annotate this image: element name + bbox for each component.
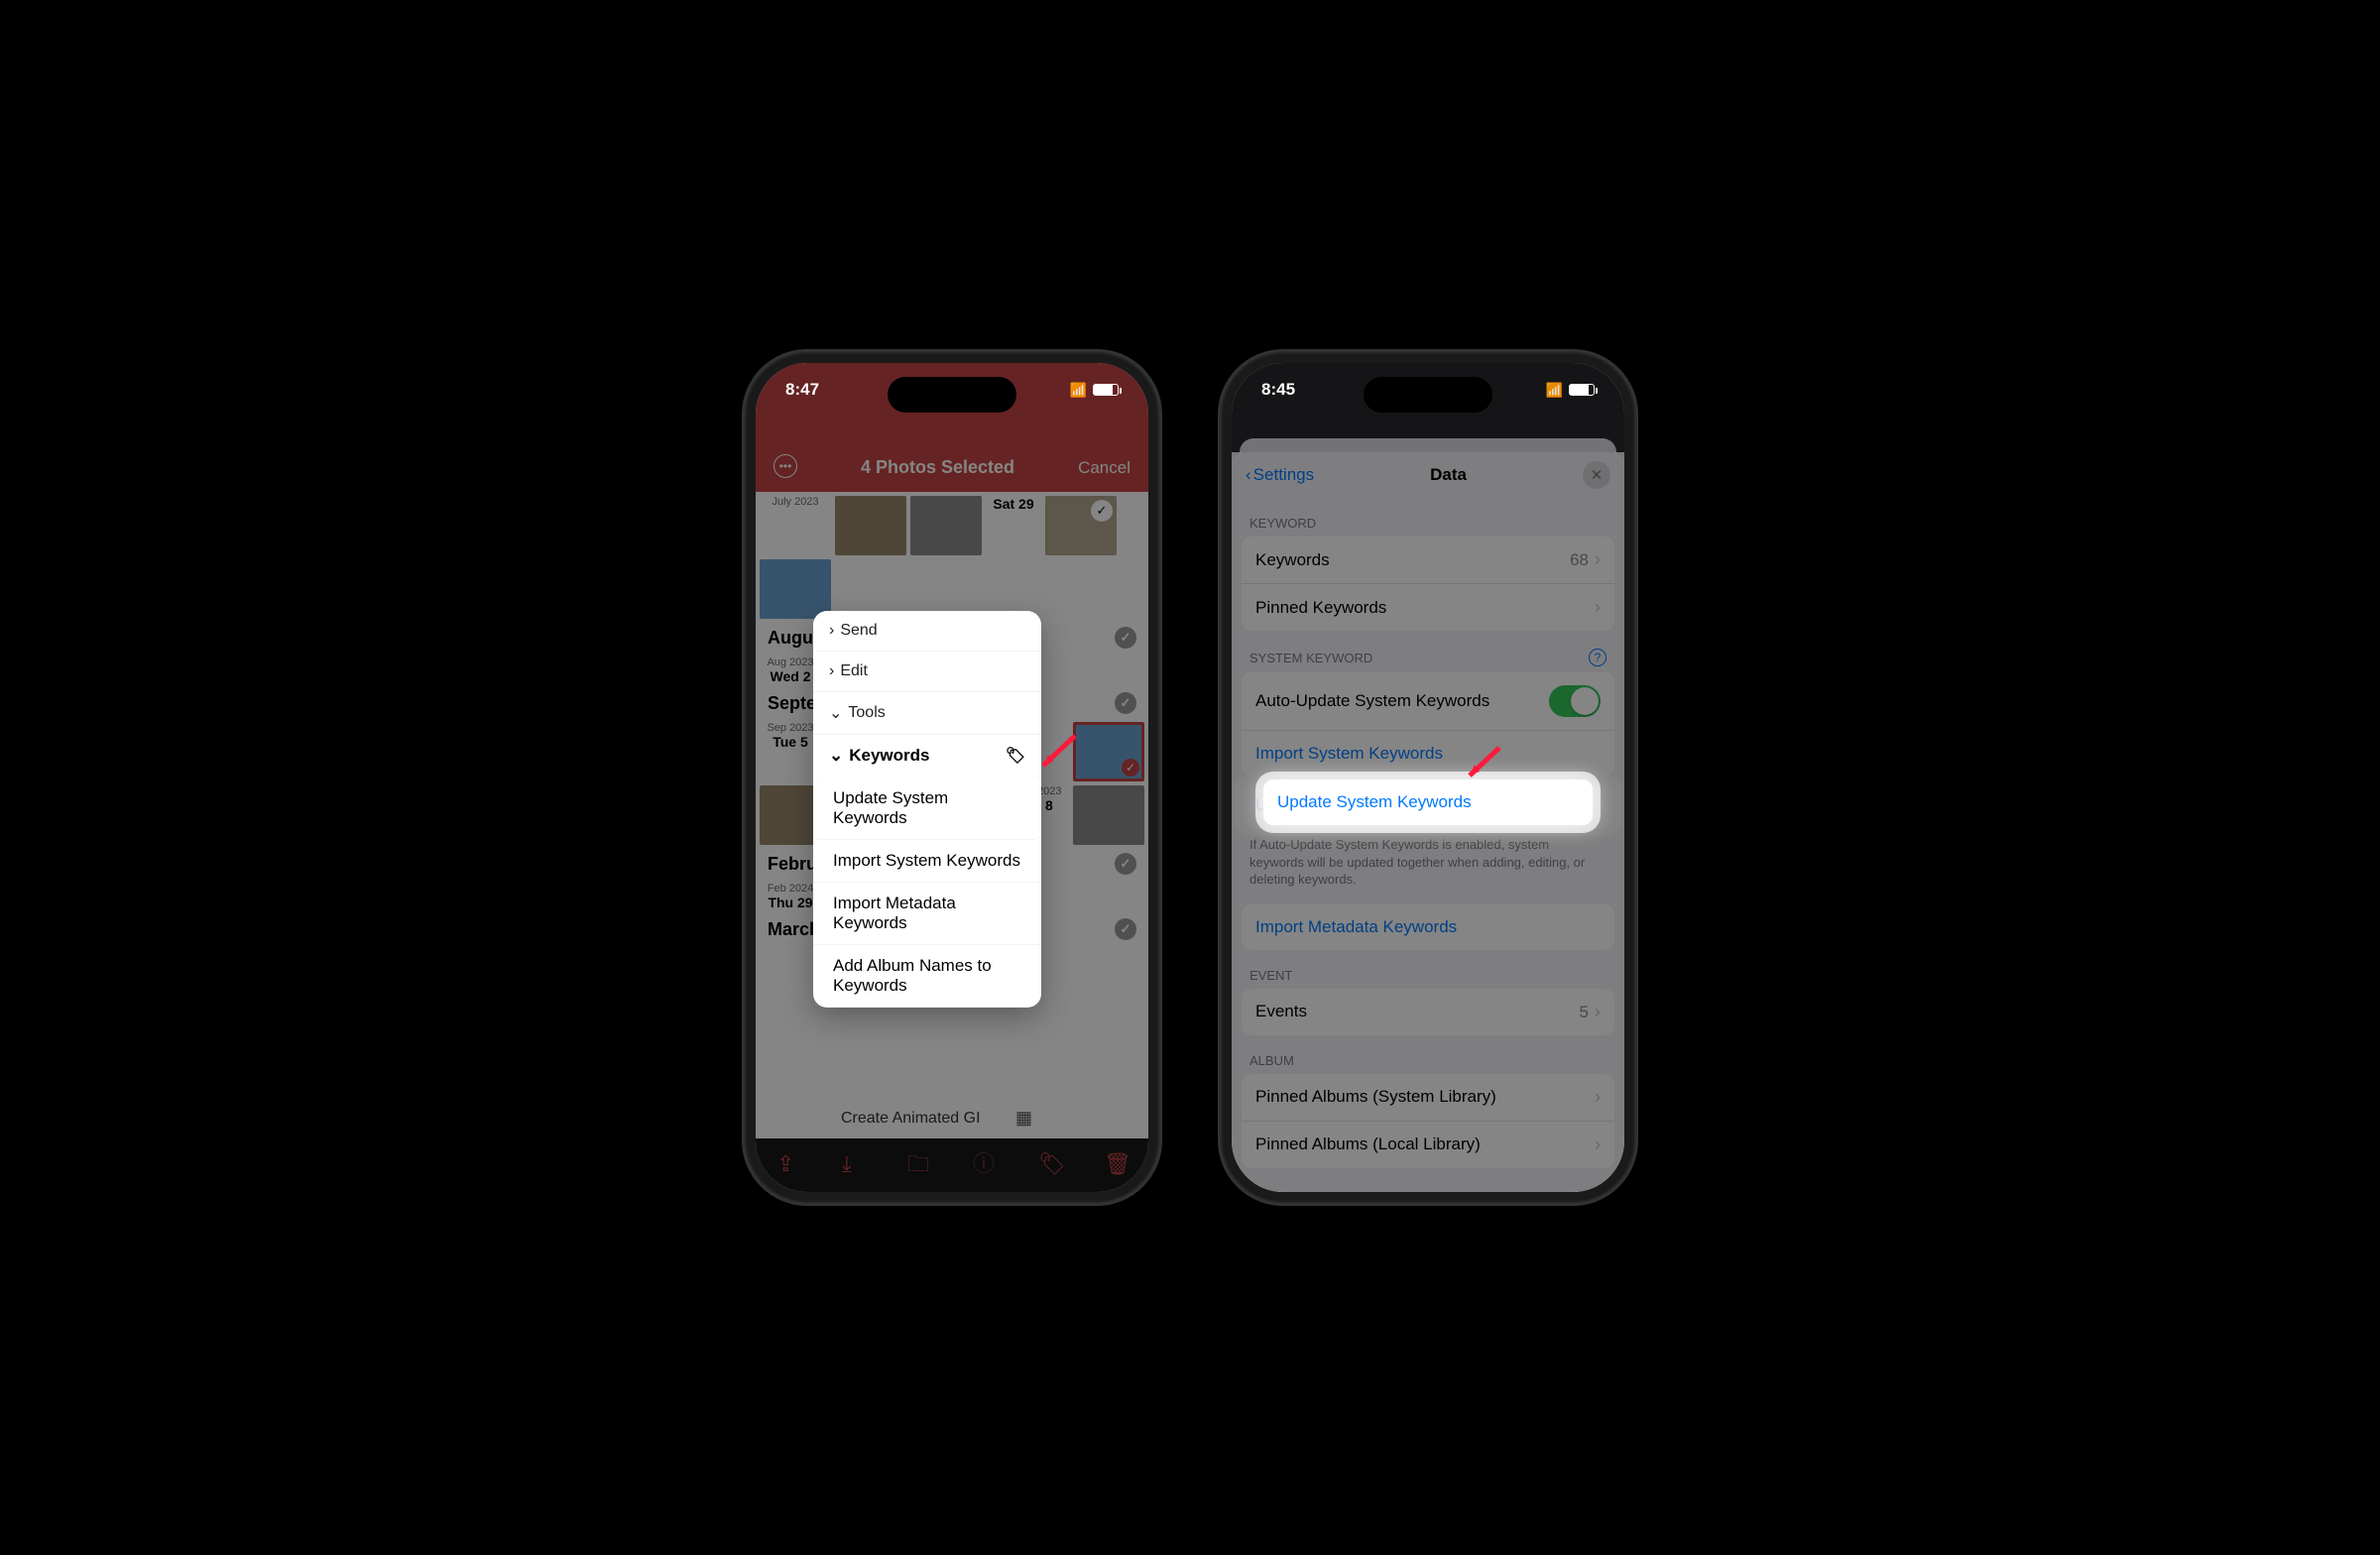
header-title: 4 Photos Selected [861,457,1014,478]
month-label: July 2023 [760,496,831,555]
menu-item-keywords[interactable]: ⌄Keywords🏷 [813,735,1041,778]
toggle-auto-update[interactable] [1549,685,1601,717]
more-button[interactable]: ••• [774,454,797,478]
system-keyword-group: Auto-Update System Keywords Import Syste… [1242,672,1614,777]
status-icons [1546,380,1595,400]
chevron-left-icon: ‹ [1246,465,1251,485]
import-meta-group: Import Metadata Keywords [1242,904,1614,950]
info-icon[interactable]: ⓘ [973,1153,997,1177]
row-pinned-albums-local[interactable]: Pinned Albums (Local Library)› [1242,1122,1614,1168]
day-label: Sep 2023Tue 5 [760,722,821,781]
row-events[interactable]: Events5› [1242,989,1614,1035]
menu-item[interactable]: Create Animated GI▦ [825,1097,1048,1138]
status-icons [1070,380,1119,400]
battery-icon [1093,384,1119,396]
help-icon[interactable]: ? [1589,649,1606,666]
chevron-right-icon: › [1595,1135,1601,1155]
menu-item-add-album-names[interactable]: Add Album Names to Keywords [813,945,1041,1008]
status-time: 8:47 [785,380,819,400]
annotation-arrow [1458,742,1503,787]
menu-item-import-metadata-keywords[interactable]: Import Metadata Keywords [813,883,1041,945]
chevron-right-icon: › [1595,549,1601,569]
row-pinned-keywords[interactable]: Pinned Keywords› [1242,584,1614,631]
day-label: Feb 2024Thu 29 [760,883,821,910]
chevron-right-icon: › [1595,1087,1601,1108]
share-icon[interactable]: ⇪ [776,1153,800,1177]
row-pinned-albums-system[interactable]: Pinned Albums (System Library)› [1242,1074,1614,1122]
chevron-right-icon: › [1595,1002,1601,1021]
wifi-icon [1546,380,1563,400]
menu-item-send[interactable]: ›Send [813,611,1041,652]
section-header: Album [1232,1035,1624,1074]
battery-icon [1569,384,1595,396]
section-header: Keyword [1232,498,1624,537]
thumbnail[interactable] [760,559,831,619]
check-icon[interactable] [1115,692,1136,714]
wifi-icon [1070,380,1087,400]
menu-item-edit[interactable]: ›Edit [813,652,1041,692]
thumbnail-selected[interactable]: ✓ [1073,722,1144,781]
row-update-system-keywords-highlight[interactable]: Update System Keywords [1253,779,1603,825]
action-popover: ›Send ›Edit ⌄Tools ⌄Keywords🏷 Update Sys… [813,611,1041,1008]
event-group: Events5› [1242,989,1614,1035]
sheet-title: Data [1430,465,1467,485]
thumbnail[interactable] [1073,785,1144,845]
section-header: Event [1232,950,1624,989]
menu-item-tools[interactable]: ⌄Tools [813,692,1041,735]
thumbnail[interactable] [1045,496,1117,555]
tag-icon[interactable]: 🏷 [1038,1153,1062,1177]
cancel-button[interactable]: Cancel [1078,458,1130,478]
row-import-metadata-keywords[interactable]: Import Metadata Keywords [1242,904,1614,950]
status-time: 8:45 [1261,380,1295,400]
back-button[interactable]: ‹Settings [1246,465,1314,485]
row-import-system-keywords[interactable]: Import System Keywords [1242,731,1614,777]
download-icon[interactable]: ⤓ [842,1153,866,1177]
album-group: Pinned Albums (System Library)› Pinned A… [1242,1074,1614,1168]
menu-item-import-system-keywords[interactable]: Import System Keywords [813,840,1041,883]
chevron-right-icon: › [1595,597,1601,618]
day-label: Sat 29 [986,496,1041,555]
check-icon[interactable] [1115,853,1136,875]
sheet-nav: ‹Settings Data ✕ [1232,452,1624,498]
tag-icon: 🏷 [1006,746,1025,766]
phone-right: 8:45 ‹Settings Data ✕ Keyword Keywords68… [1220,351,1636,1204]
folder-add-icon[interactable]: 🗀 [907,1153,931,1177]
check-icon[interactable] [1115,918,1136,940]
gif-icon: ▦ [1015,1108,1032,1129]
trash-icon[interactable]: 🗑 [1104,1153,1128,1177]
thumbnail[interactable] [835,496,906,555]
row-keywords[interactable]: Keywords68› [1242,537,1614,584]
thumbnail[interactable] [910,496,982,555]
menu-item-update-system-keywords[interactable]: Update System Keywords [813,778,1041,840]
helper-text: If Auto-Update System Keywords is enable… [1232,828,1624,889]
status-bar: 8:47 [756,363,1148,417]
row-auto-update: Auto-Update System Keywords [1242,672,1614,731]
status-bar: 8:45 [1232,363,1624,417]
day-label: Aug 2023Wed 2 [760,657,821,684]
tools-list-tail: Create Animated GI▦ Adjust Date/Time🗓 Ad… [825,1097,1048,1138]
phone-left: 8:47 ••• 4 Photos Selected Cancel July 2… [744,351,1160,1204]
close-button[interactable]: ✕ [1583,461,1610,489]
bottom-toolbar: ⇪ ⤓ 🗀 ⓘ 🏷 🗑 [756,1138,1148,1192]
annotation-arrow [1033,730,1079,776]
keyword-group: Keywords68› Pinned Keywords› [1242,537,1614,631]
section-header: System Keyword? [1232,631,1624,672]
check-icon[interactable] [1115,627,1136,649]
